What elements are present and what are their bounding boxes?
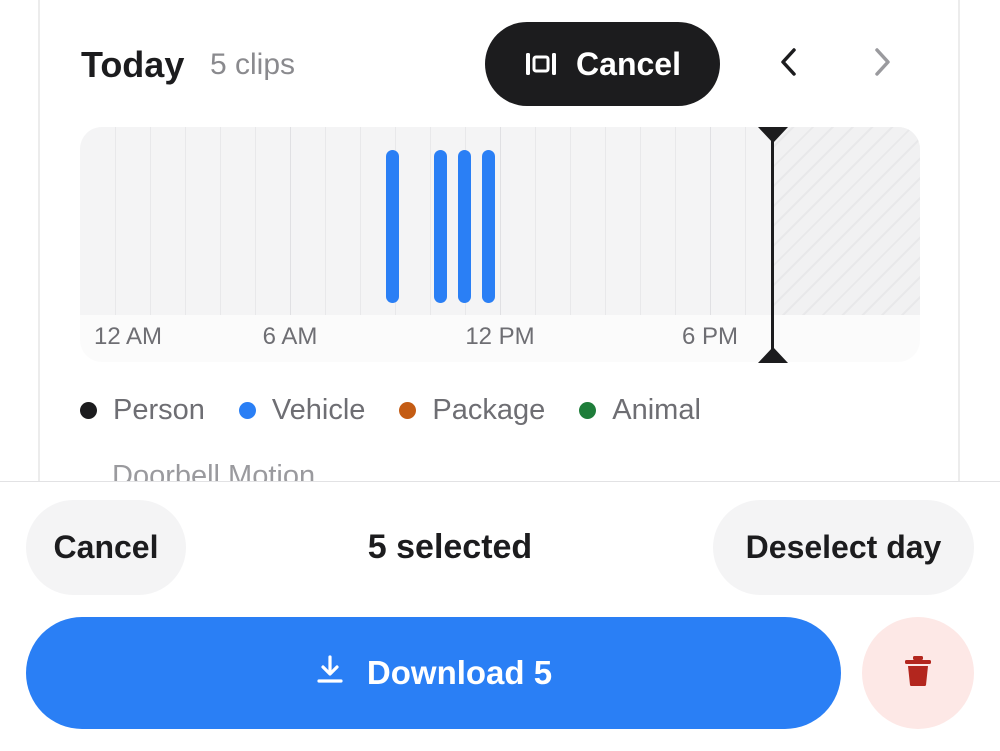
clips-timeline[interactable]: 12 AM 6 AM 12 PM 6 PM xyxy=(80,127,920,362)
page-title: Today xyxy=(81,44,185,85)
cancel-selection-label: Cancel xyxy=(576,45,681,82)
download-icon xyxy=(315,654,345,692)
current-time-handle-bottom[interactable] xyxy=(758,347,788,363)
vehicle-clip-marker[interactable] xyxy=(458,150,471,303)
next-day-button[interactable] xyxy=(858,40,906,88)
legend-item-animal[interactable]: Animal xyxy=(579,394,701,427)
tick-label: 12 PM xyxy=(465,323,535,350)
tick-label: 12 AM xyxy=(93,323,163,350)
tick-label: 6 AM xyxy=(262,323,318,350)
download-label: Download 5 xyxy=(366,654,553,691)
clip-count: 5 clips xyxy=(210,48,296,81)
selected-count: 5 selected xyxy=(367,528,533,566)
delete-button[interactable] xyxy=(862,617,974,729)
timeline-plot-area xyxy=(80,127,920,315)
download-button[interactable]: Download 5 xyxy=(26,617,841,729)
vehicle-clip-marker[interactable] xyxy=(386,150,399,303)
person-dot-icon xyxy=(80,402,97,419)
cancel-selection-pill[interactable]: Cancel xyxy=(485,22,720,106)
legend-item-package[interactable]: Package xyxy=(399,394,545,427)
chevron-right-icon xyxy=(871,47,893,82)
vehicle-dot-icon xyxy=(238,402,256,419)
current-time-line[interactable] xyxy=(771,130,774,355)
vehicle-clip-marker[interactable] xyxy=(482,150,495,303)
current-time-handle-top[interactable] xyxy=(758,127,788,143)
animal-dot-icon xyxy=(579,402,597,419)
cancel-button[interactable]: Cancel xyxy=(26,500,186,595)
tick-label: 6 PM xyxy=(681,323,739,350)
event-legend: Person Vehicle Package Animal xyxy=(80,394,701,427)
trash-icon xyxy=(903,655,933,692)
legend-item-vehicle[interactable]: Vehicle xyxy=(238,394,365,427)
legend-item-person[interactable]: Person xyxy=(80,394,205,427)
package-dot-icon xyxy=(399,402,417,419)
vehicle-clip-marker[interactable] xyxy=(434,150,447,303)
previous-day-button[interactable] xyxy=(765,40,813,88)
select-range-icon xyxy=(524,51,558,77)
chevron-left-icon xyxy=(778,47,800,82)
future-hatched-region xyxy=(772,127,920,315)
deselect-day-button[interactable]: Deselect day xyxy=(713,500,974,595)
